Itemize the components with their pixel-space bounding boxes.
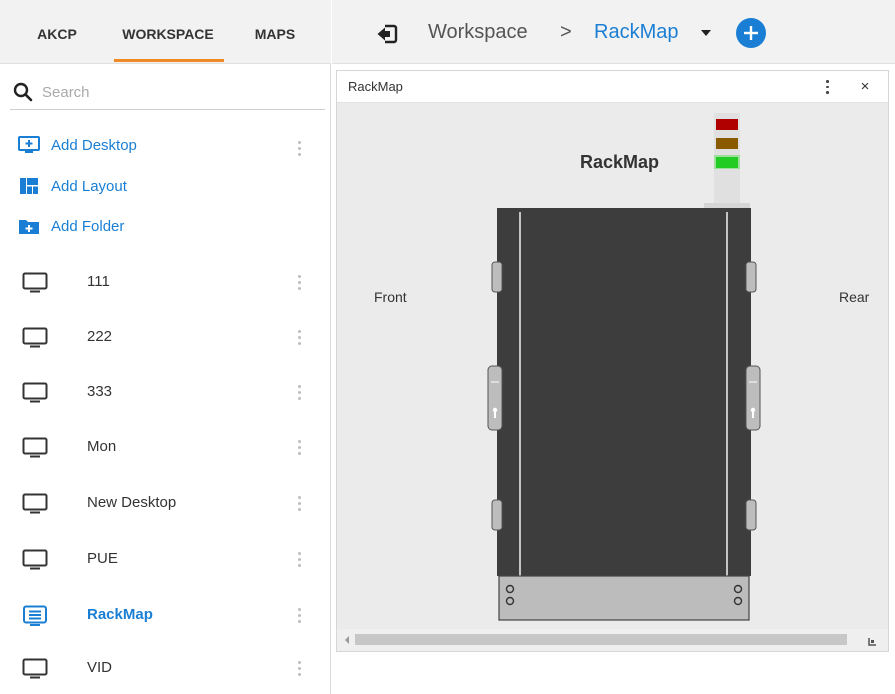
- add-layout-label: Add Layout: [51, 177, 127, 195]
- list-item[interactable]: New Desktop: [0, 475, 330, 531]
- desktop-name: PUE: [87, 550, 118, 567]
- rack-base: [498, 575, 750, 621]
- list-item[interactable]: 333: [0, 364, 330, 420]
- item-menu-button[interactable]: [293, 380, 305, 404]
- horizontal-scrollbar[interactable]: [337, 629, 888, 651]
- desktop-name: VID: [87, 659, 113, 676]
- monitor-icon: [22, 437, 48, 458]
- resize-grip-icon[interactable]: [867, 637, 877, 647]
- rack-graphic[interactable]: [487, 108, 767, 628]
- list-item[interactable]: PUE: [0, 531, 330, 587]
- add-folder-label: Add Folder: [51, 217, 125, 235]
- monitor-icon: [22, 493, 48, 514]
- search-input[interactable]: [42, 80, 312, 104]
- item-menu-button[interactable]: [293, 325, 305, 349]
- tab-maps[interactable]: MAPS: [240, 0, 310, 64]
- add-desktop-button[interactable]: Add Desktop: [18, 133, 137, 157]
- widget-body: RackMap Front Rear: [337, 103, 888, 651]
- item-menu-button[interactable]: [293, 603, 305, 627]
- plus-icon: [744, 26, 758, 40]
- exit-icon[interactable]: [376, 23, 398, 45]
- app-root: AKCP WORKSPACE MAPS Add Desktop: [0, 0, 895, 694]
- rear-door-handle: [745, 365, 761, 431]
- status-light-red: [716, 119, 738, 130]
- add-desktop-icon: [18, 136, 40, 153]
- status-light-green: [716, 157, 738, 168]
- rack-body: [497, 208, 751, 576]
- desktop-name: RackMap: [87, 606, 153, 623]
- add-folder-button[interactable]: Add Folder: [18, 214, 124, 238]
- add-layout-button[interactable]: Add Layout: [18, 174, 127, 198]
- breadcrumb-current[interactable]: RackMap: [594, 21, 678, 44]
- scroll-left-icon[interactable]: [343, 634, 351, 646]
- breadcrumb-workspace[interactable]: Workspace: [428, 21, 528, 44]
- widget-menu-button[interactable]: [821, 77, 833, 97]
- monitor-icon: [22, 382, 48, 403]
- widget-header: RackMap ×: [337, 71, 888, 103]
- desktop-name: 333: [87, 383, 113, 400]
- desktop-name: 222: [87, 328, 113, 345]
- list-item[interactable]: 222: [0, 309, 330, 365]
- add-desktop-menu-button[interactable]: [293, 136, 305, 160]
- item-menu-button[interactable]: [293, 491, 305, 515]
- list-item[interactable]: Mon: [0, 419, 330, 475]
- search-icon[interactable]: [12, 81, 34, 103]
- widget-title: RackMap: [348, 79, 403, 94]
- map-list-icon: [23, 605, 47, 626]
- sidebar-tabs: AKCP WORKSPACE MAPS: [0, 0, 331, 64]
- monitor-icon: [22, 272, 48, 293]
- add-desktop-label: Add Desktop: [51, 136, 137, 154]
- status-light-amber: [716, 138, 738, 149]
- list-item-active[interactable]: RackMap: [0, 587, 330, 643]
- monitor-icon: [22, 327, 48, 348]
- tab-workspace[interactable]: WORKSPACE: [113, 0, 223, 64]
- close-button[interactable]: ×: [857, 78, 873, 96]
- desktop-name: New Desktop: [87, 494, 177, 511]
- active-tab-indicator: [114, 59, 224, 62]
- item-menu-button[interactable]: [293, 270, 305, 294]
- tab-akcp[interactable]: AKCP: [22, 0, 92, 64]
- search-bar: [10, 74, 325, 110]
- chevron-down-icon[interactable]: [701, 30, 711, 37]
- top-bar: Workspace > RackMap: [332, 0, 895, 64]
- desktop-name: Mon: [87, 438, 117, 455]
- list-item[interactable]: 111: [0, 254, 330, 310]
- list-item[interactable]: VID: [0, 640, 330, 694]
- front-door-handle: [487, 365, 503, 431]
- monitor-icon: [22, 658, 48, 679]
- rear-label: Rear: [839, 289, 870, 305]
- add-folder-icon: [19, 220, 39, 234]
- front-label: Front: [374, 289, 407, 305]
- item-menu-button[interactable]: [293, 435, 305, 459]
- layout-icon: [20, 178, 38, 194]
- scrollbar-thumb[interactable]: [355, 634, 847, 645]
- item-menu-button[interactable]: [293, 656, 305, 680]
- monitor-icon: [22, 549, 48, 570]
- breadcrumb-separator: >: [560, 21, 572, 43]
- item-menu-button[interactable]: [293, 547, 305, 571]
- rackmap-widget: RackMap × RackMap Front Rear: [336, 70, 889, 652]
- add-widget-button[interactable]: [736, 18, 766, 48]
- desktop-name: 111: [87, 273, 110, 290]
- sidebar: AKCP WORKSPACE MAPS Add Desktop: [0, 0, 331, 694]
